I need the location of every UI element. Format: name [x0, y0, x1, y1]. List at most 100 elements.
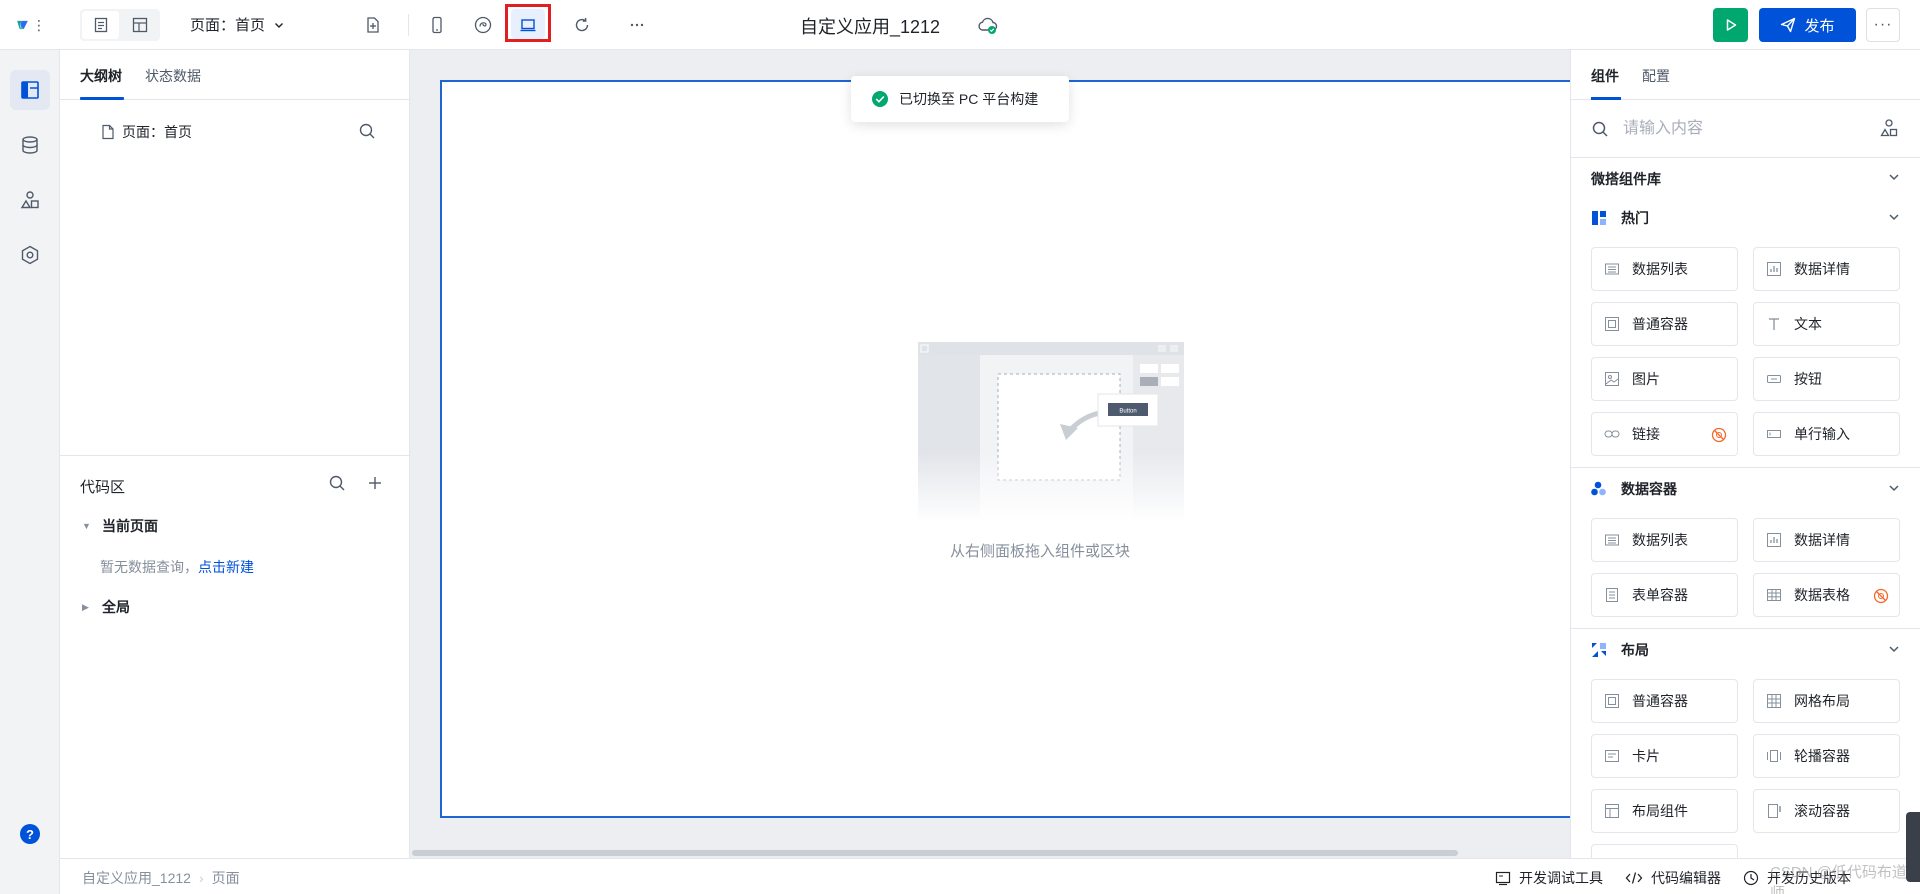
component-layout[interactable]: 布局组件	[1591, 789, 1738, 833]
page-file-icon	[102, 124, 114, 140]
tab-outline-tree[interactable]: 大纲树	[80, 66, 122, 86]
input-icon	[1766, 426, 1782, 442]
component-search-bar	[1571, 100, 1920, 158]
send-icon	[1781, 17, 1796, 33]
publish-button[interactable]: 发布	[1759, 8, 1856, 42]
page-view-button[interactable]	[82, 11, 119, 39]
search-icon	[1592, 121, 1608, 137]
component-data-detail[interactable]: 数据详情	[1753, 247, 1900, 291]
component-label: 卡片	[1632, 748, 1660, 764]
bar-chart-icon	[1766, 261, 1782, 277]
tab-config[interactable]: 配置	[1642, 66, 1670, 86]
component-form-container[interactable]: 表单容器	[1591, 573, 1738, 617]
component-container[interactable]: 普通容器	[1591, 679, 1738, 723]
refresh-icon	[575, 17, 589, 32]
platform-unsupported-icon	[1711, 427, 1727, 443]
rail-outline-button[interactable]	[10, 70, 50, 110]
component-label: 普通容器	[1632, 316, 1688, 332]
shapes-icon	[20, 191, 39, 209]
chevron-down-icon[interactable]	[1887, 481, 1901, 495]
component-label: 布局组件	[1632, 803, 1688, 819]
code-area: 代码区 ▼ 当前页面 暂无数据查询，点击新建 ▶ 全局	[60, 455, 410, 615]
help-icon[interactable]: ?	[20, 824, 40, 844]
chevron-down-icon[interactable]	[1887, 170, 1901, 184]
component-data-table[interactable]: 数据表格	[1753, 573, 1900, 617]
code-search-icon[interactable]	[328, 474, 346, 492]
component-button[interactable]: 按钮	[1753, 357, 1900, 401]
weda-logo-icon	[17, 20, 28, 30]
outline-layout-icon	[21, 81, 39, 99]
component-data-list[interactable]: 数据列表	[1591, 518, 1738, 562]
section-divider	[1571, 467, 1920, 468]
app-logo[interactable]: ⋮	[16, 14, 46, 36]
chevron-down-icon[interactable]	[1887, 210, 1901, 224]
component-label: 普通容器	[1632, 693, 1688, 709]
mobile-icon	[432, 16, 442, 34]
toolbar-divider	[408, 14, 409, 36]
layout-icon	[132, 17, 147, 33]
miniprogram-platform-button[interactable]	[469, 11, 497, 39]
component-label: 数据详情	[1794, 532, 1850, 548]
component-label: 单行输入	[1794, 426, 1850, 442]
code-editor-button[interactable]: 代码编辑器	[1625, 868, 1721, 888]
section-title: 布局	[1621, 642, 1649, 658]
component-card[interactable]: 卡片	[1591, 734, 1738, 778]
create-query-link[interactable]: 点击新建	[198, 559, 254, 575]
database-icon	[22, 136, 38, 154]
refresh-button[interactable]	[568, 11, 596, 39]
horizontal-scrollbar[interactable]	[412, 850, 1458, 856]
add-page-button[interactable]	[359, 11, 387, 39]
page-selector[interactable]: 页面：首页	[190, 14, 285, 35]
chevron-down-icon[interactable]	[1887, 642, 1901, 656]
layout-icon	[1604, 803, 1620, 819]
mobile-platform-button[interactable]	[423, 11, 451, 39]
layout-view-button[interactable]	[121, 11, 158, 39]
component-link[interactable]: 链接	[1591, 412, 1738, 456]
component-label: 数据列表	[1632, 532, 1688, 548]
component-label: 链接	[1632, 426, 1660, 442]
preview-button[interactable]	[1713, 8, 1748, 42]
component-filter-icon[interactable]	[1879, 118, 1899, 138]
rail-settings-button[interactable]	[10, 235, 50, 275]
add-icon[interactable]	[366, 474, 384, 492]
component-library-title[interactable]: 微搭组件库	[1591, 169, 1661, 189]
rail-components-button[interactable]	[10, 180, 50, 220]
breadcrumb-page[interactable]: 页面	[212, 868, 240, 888]
left-panel-tabs: 大纲树 状态数据	[60, 50, 410, 100]
component-search-input[interactable]	[1623, 116, 1873, 142]
dev-debug-tool-button[interactable]: 开发调试工具	[1495, 868, 1603, 888]
code-group-global[interactable]: ▶ 全局	[82, 597, 130, 617]
tree-item-page-home[interactable]: 页面：首页	[100, 122, 192, 142]
component-container[interactable]: 普通容器	[1591, 302, 1738, 346]
search-icon[interactable]	[358, 122, 376, 140]
rail-data-button[interactable]	[10, 125, 50, 165]
component-single-input[interactable]: 单行输入	[1753, 412, 1900, 456]
list-icon	[1604, 532, 1620, 548]
caret-down-icon: ▼	[82, 521, 91, 531]
component-carousel[interactable]: 轮播容器	[1753, 734, 1900, 778]
tree-item-label: 页面：首页	[122, 124, 192, 140]
section-divider	[1571, 628, 1920, 629]
more-menu-button[interactable]: ···	[1866, 8, 1900, 42]
section-hot-header[interactable]: 热门	[1591, 208, 1649, 228]
tab-state-data[interactable]: 状态数据	[145, 66, 201, 86]
section-data-container-header[interactable]: 数据容器	[1591, 479, 1677, 499]
component-partial[interactable]	[1591, 844, 1738, 858]
breadcrumb-app[interactable]: 自定义应用_1212	[82, 868, 191, 888]
code-area-actions	[328, 474, 384, 492]
more-menu-icon: ···	[1873, 16, 1893, 33]
component-text[interactable]: 文本	[1753, 302, 1900, 346]
component-scroll-container[interactable]: 滚动容器	[1753, 789, 1900, 833]
bar-chart-icon	[1766, 532, 1782, 548]
component-image[interactable]: 图片	[1591, 357, 1738, 401]
component-label: 数据详情	[1794, 261, 1850, 277]
section-title: 数据容器	[1621, 481, 1677, 497]
chevron-down-icon	[275, 22, 284, 28]
component-grid-layout[interactable]: 网格布局	[1753, 679, 1900, 723]
tab-components[interactable]: 组件	[1591, 66, 1619, 86]
component-data-list[interactable]: 数据列表	[1591, 247, 1738, 291]
code-group-current-page[interactable]: ▼ 当前页面	[82, 516, 158, 536]
section-layout-header[interactable]: 布局	[1591, 640, 1649, 660]
more-tools-button[interactable]	[623, 11, 651, 39]
component-data-detail[interactable]: 数据详情	[1753, 518, 1900, 562]
